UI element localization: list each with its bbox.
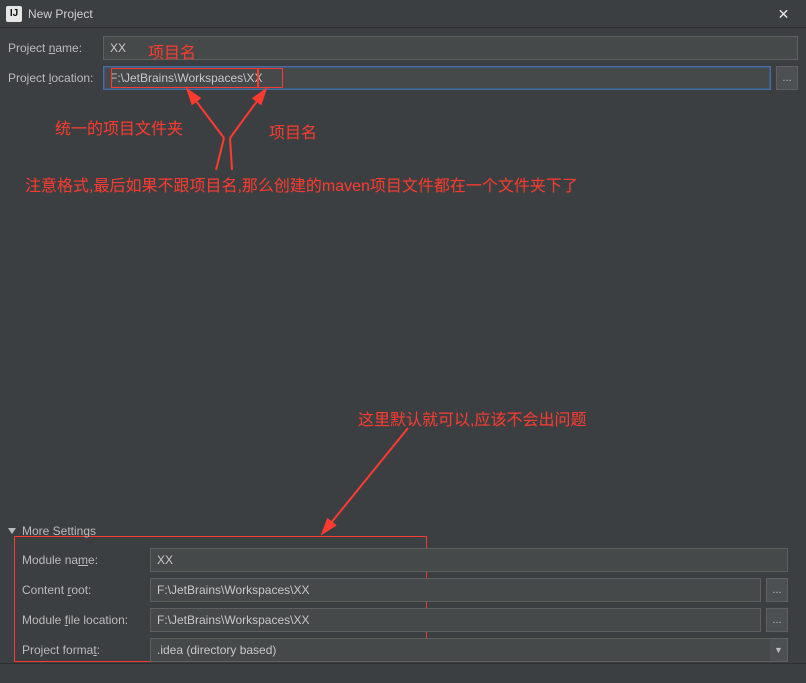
project-location-label: Project location:: [8, 71, 103, 85]
project-format-dropdown-button[interactable]: ▼: [770, 638, 788, 662]
form-area: Project name: Project location: ...: [0, 28, 806, 90]
window-title: New Project: [28, 7, 93, 21]
chevron-down-icon: ▼: [774, 645, 783, 655]
module-file-location-row: Module file location: ...: [22, 608, 788, 632]
more-settings-toggle[interactable]: More Settings: [6, 520, 800, 542]
anno-defaults: 这里默认就可以,应该不会出问题: [358, 406, 586, 430]
project-format-label: Project format:: [22, 643, 150, 657]
project-location-row: Project location: ...: [8, 66, 798, 90]
project-name-label: Project name:: [8, 41, 103, 55]
module-name-row: Module name:: [22, 548, 788, 572]
more-settings-label: More Settings: [22, 524, 96, 538]
anno-warning: 注意格式,最后如果不跟项目名,那么创建的maven项目文件都在一个文件夹下了: [25, 172, 578, 196]
more-settings-section: More Settings Module name: Content root:…: [6, 520, 800, 672]
close-icon: ✕: [778, 6, 790, 23]
module-name-label: Module name:: [22, 553, 150, 567]
module-name-input[interactable]: [150, 548, 788, 572]
browse-content-root-button[interactable]: ...: [766, 578, 788, 602]
project-format-row: Project format: ▼: [22, 638, 788, 662]
project-location-input[interactable]: [103, 66, 771, 90]
content-root-input[interactable]: [150, 578, 761, 602]
module-file-location-input[interactable]: [150, 608, 761, 632]
bottom-bar: [0, 663, 806, 683]
more-settings-body: Module name: Content root: ... Module fi…: [6, 542, 800, 672]
browse-location-button[interactable]: ...: [776, 66, 798, 90]
project-name-row: Project name:: [8, 36, 798, 60]
project-format-select[interactable]: [150, 638, 770, 662]
anno-unified-folder: 统一的项目文件夹: [55, 115, 183, 139]
close-button[interactable]: ✕: [761, 0, 806, 28]
browse-module-file-button[interactable]: ...: [766, 608, 788, 632]
project-name-input[interactable]: [103, 36, 798, 60]
anno-proj-name2: 项目名: [269, 119, 317, 143]
module-file-location-label: Module file location:: [22, 613, 150, 627]
chevron-down-icon: [8, 528, 16, 534]
content-root-label: Content root:: [22, 583, 150, 597]
app-icon: IJ: [6, 6, 22, 22]
content-root-row: Content root: ...: [22, 578, 788, 602]
titlebar: IJ New Project ✕: [0, 0, 806, 28]
